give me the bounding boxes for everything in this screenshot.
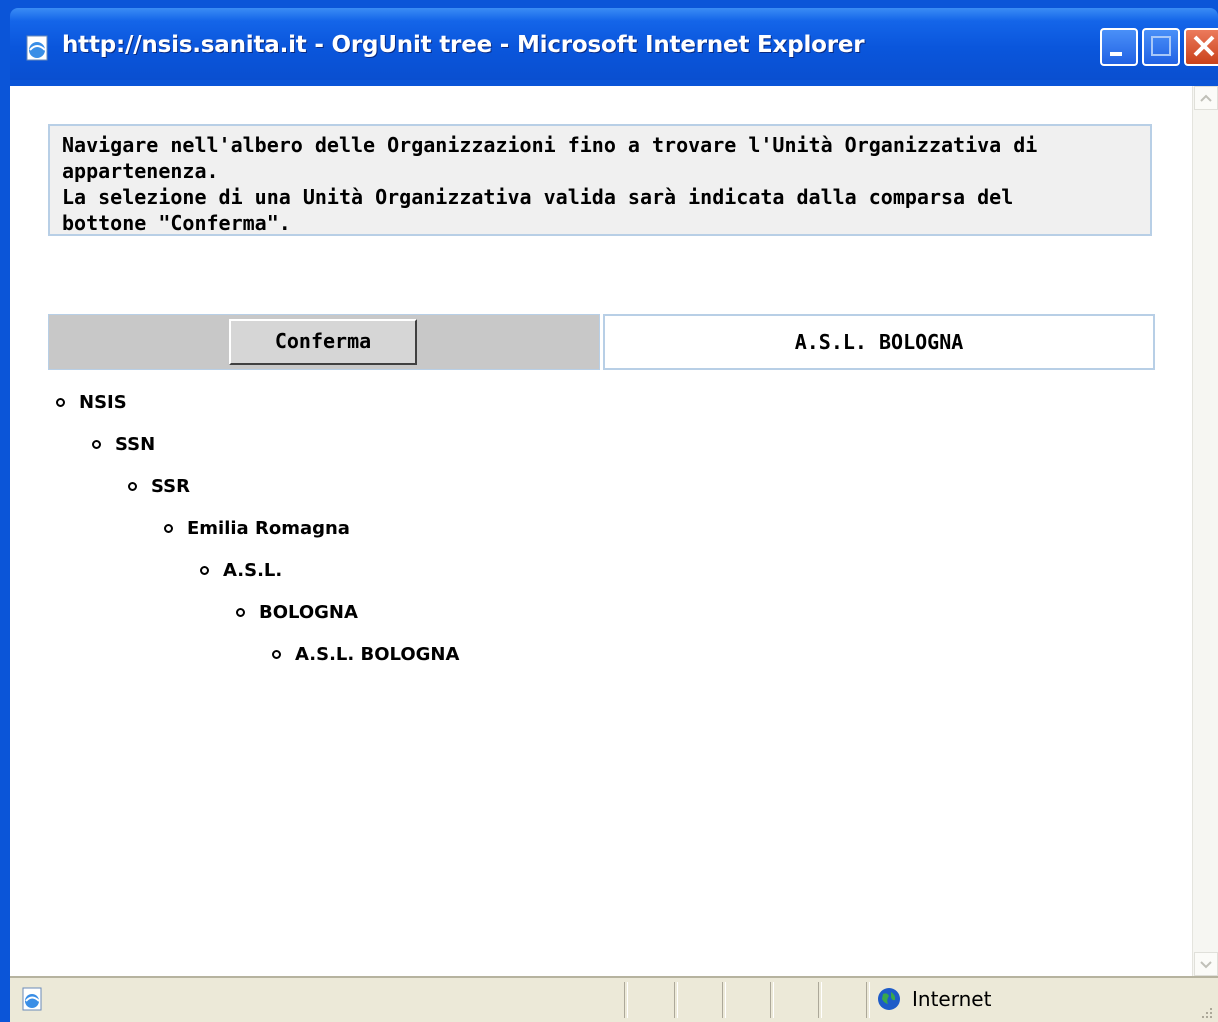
tree-node-label: SSN [115,434,156,455]
circle-bullet-icon [128,482,137,491]
security-zone: Internet [876,986,991,1012]
close-icon [1193,35,1215,57]
status-separator [674,982,678,1018]
status-bar: Internet [10,976,1218,1022]
circle-bullet-icon [236,608,245,617]
page-content: Navigare nell'albero delle Organizzazion… [10,86,1192,976]
tree-node-label: A.S.L. [223,560,283,581]
tree-node-label: SSR [151,476,190,497]
tree-node-bologna[interactable]: BOLOGNA [236,602,358,623]
resize-grip-icon[interactable] [1198,1004,1214,1020]
globe-icon [878,988,900,1010]
page-status-icon [22,987,42,1011]
tree-node-label: A.S.L. BOLOGNA [295,644,460,665]
instructions-line: Navigare nell'albero delle Organizzazion… [62,133,1038,157]
status-separator [770,982,774,1018]
circle-bullet-icon [272,650,281,659]
status-separator [624,982,628,1018]
circle-bullet-icon [200,566,209,575]
zone-label: Internet [912,987,992,1011]
circle-bullet-icon [164,524,173,533]
instructions-box: Navigare nell'albero delle Organizzazion… [48,124,1152,236]
tree-node-emilia-romagna[interactable]: Emilia Romagna [164,518,350,539]
tree-node-ssn[interactable]: SSN [92,434,155,455]
instructions-line: La selezione di una Unità Organizzativa … [62,185,1014,209]
tree-node-asl-bologna[interactable]: A.S.L. BOLOGNA [272,644,459,665]
chevron-down-icon [1200,961,1212,969]
ie-page-icon[interactable] [24,34,52,62]
window-frame-left [0,86,10,1022]
instructions-line: bottone "Conferma". [62,211,291,235]
title-bar: http://nsis.sanita.it - OrgUnit tree - M… [0,0,1218,86]
close-button[interactable] [1184,28,1218,66]
scroll-up-button[interactable] [1194,86,1218,110]
tree-node-asl[interactable]: A.S.L. [200,560,282,581]
maximize-button[interactable] [1142,28,1180,66]
tree-node-ssr[interactable]: SSR [128,476,190,497]
confirm-panel: Conferma [48,314,600,370]
title-bar-inner: http://nsis.sanita.it - OrgUnit tree - M… [10,8,1218,80]
tree-node-label: Emilia Romagna [187,518,350,539]
maximize-icon [1151,36,1171,56]
circle-bullet-icon [92,440,101,449]
status-separator [722,982,726,1018]
minimize-button[interactable] [1100,28,1138,66]
chevron-up-icon [1200,94,1212,102]
minimize-icon [1110,52,1122,56]
vertical-scrollbar[interactable] [1192,86,1218,976]
status-separator [866,982,870,1018]
tree-node-nsis[interactable]: NSIS [56,392,127,413]
window-title: http://nsis.sanita.it - OrgUnit tree - M… [62,32,865,58]
circle-bullet-icon [56,398,65,407]
tree-node-label: BOLOGNA [259,602,358,623]
selected-unit-display: A.S.L. BOLOGNA [603,314,1155,370]
status-separator [818,982,822,1018]
confirm-button[interactable]: Conferma [229,319,417,365]
instructions-line: appartenenza. [62,159,219,183]
scroll-down-button[interactable] [1194,952,1218,976]
tree-node-label: NSIS [79,392,127,413]
